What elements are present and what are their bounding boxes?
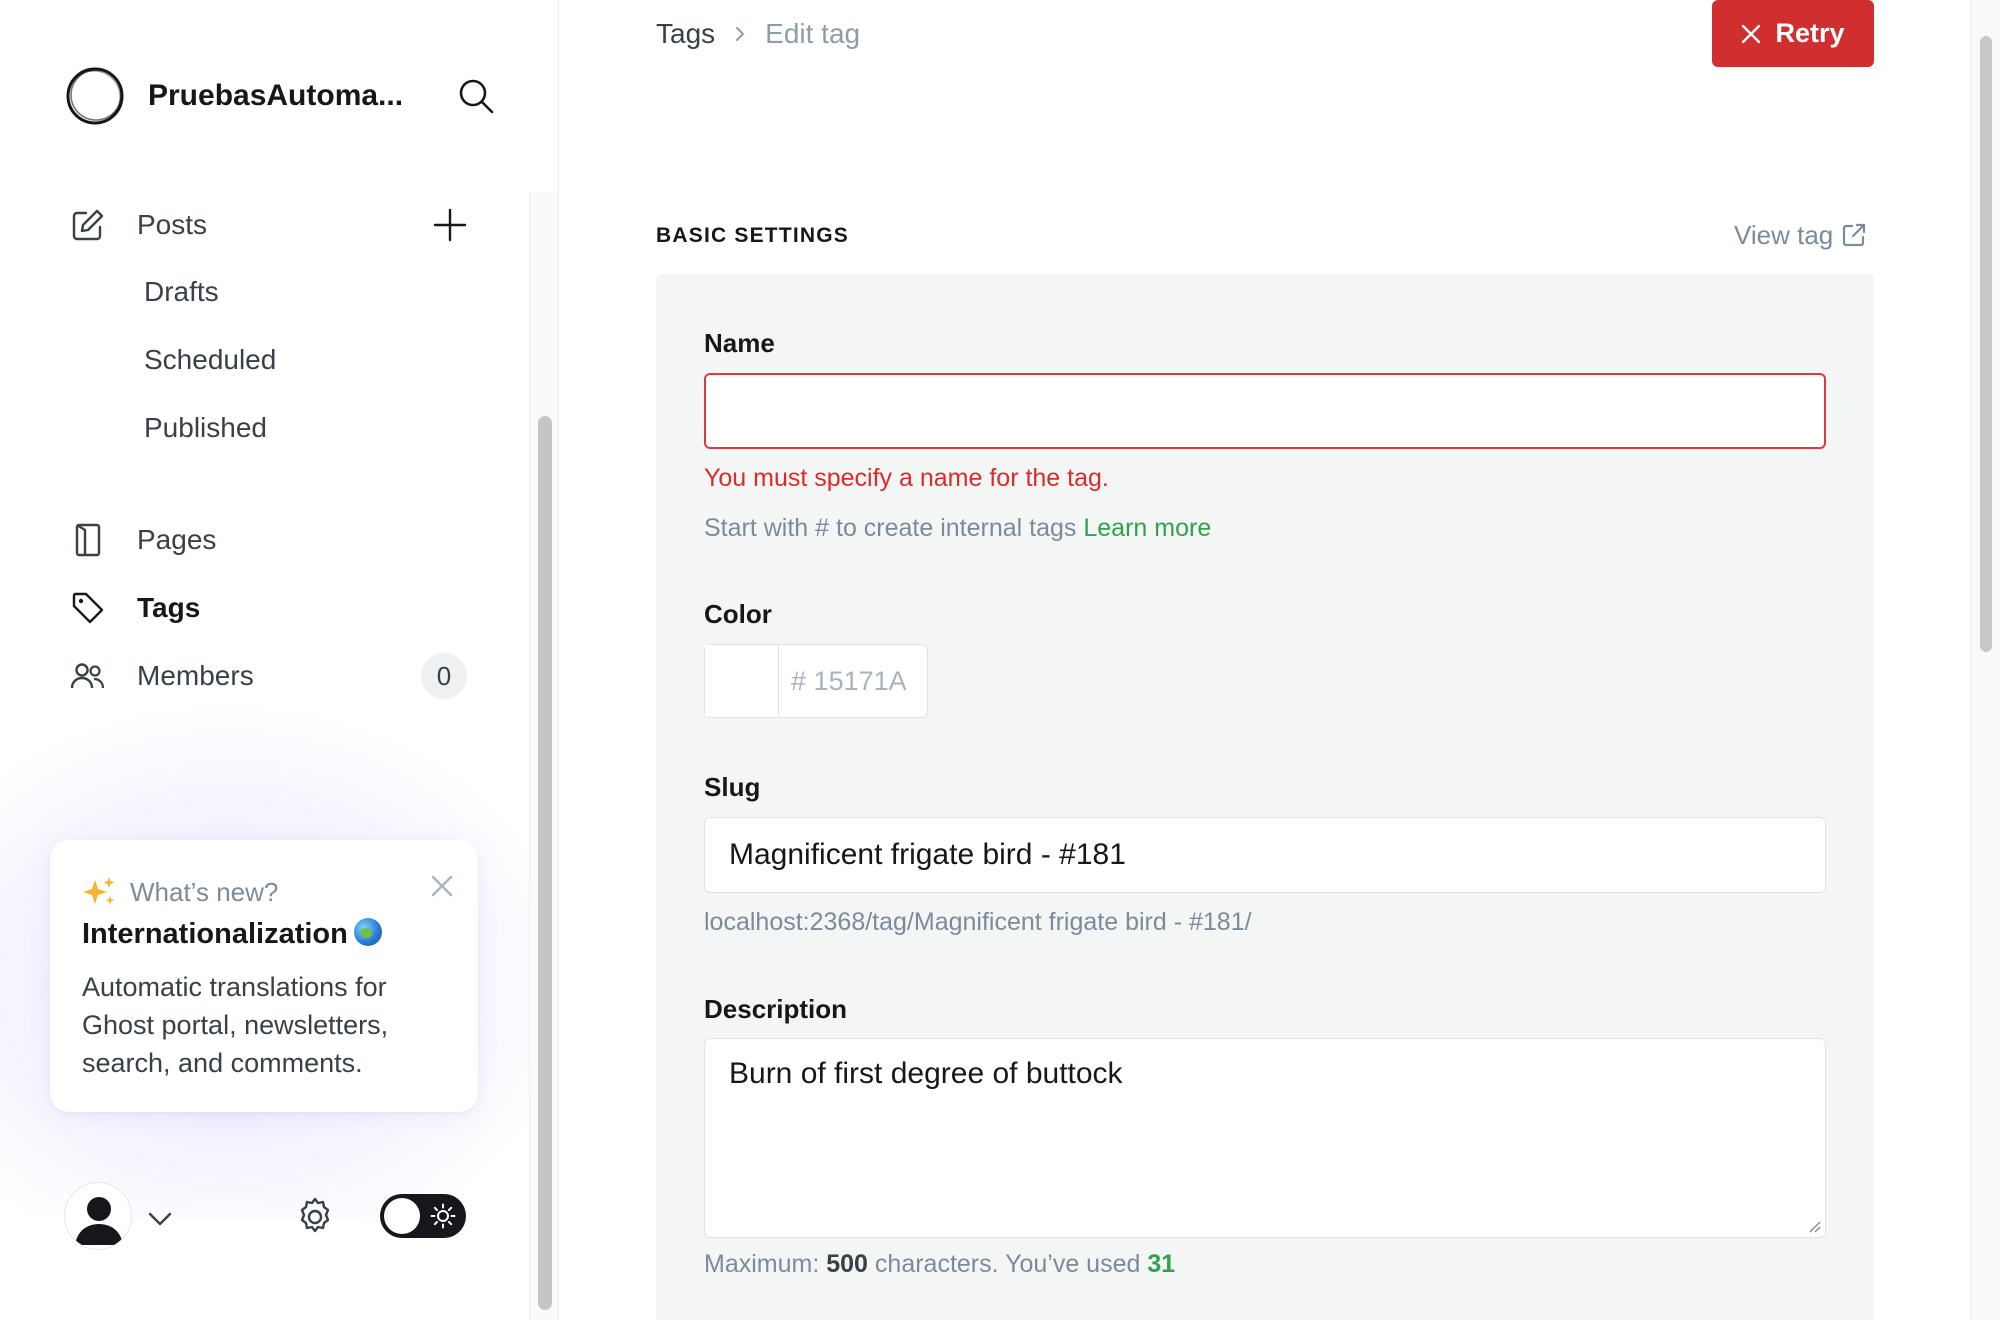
sidebar-scrollbar[interactable] — [529, 192, 558, 1320]
whats-new-title-text: Internationalization — [82, 918, 348, 950]
sidebar-item-label: Pages — [137, 524, 217, 555]
view-tag-link[interactable]: View tag — [1734, 218, 1867, 252]
breadcrumb-tags-link[interactable]: Tags — [656, 18, 715, 50]
sidebar-item-label: Drafts — [144, 276, 219, 307]
color-field: # 15171A — [704, 644, 928, 718]
slug-url-preview: localhost:2368/tag/Magnificent frigate b… — [704, 908, 1252, 936]
chevron-right-icon — [731, 25, 749, 43]
view-tag-label: View tag — [1734, 219, 1834, 250]
page-scrollbar-thumb[interactable] — [1980, 36, 1992, 652]
slug-input[interactable] — [704, 817, 1826, 893]
resize-handle-icon[interactable] — [1805, 1217, 1821, 1233]
tag-icon — [58, 578, 118, 638]
description-label: Description — [704, 994, 848, 1024]
site-name[interactable]: PruebasAutoma... — [148, 79, 418, 113]
plus-icon[interactable] — [426, 201, 474, 249]
toggle-knob — [384, 1198, 420, 1234]
page-scrollbar[interactable] — [1970, 0, 2000, 1320]
name-hint: Start with # to create internal tags Lea… — [704, 514, 1211, 543]
sidebar-footer — [64, 1180, 484, 1252]
sidebar: PruebasAutoma... Posts Drafts Scheduled … — [0, 0, 559, 1320]
used-prefix: characters. You’ve used — [874, 1250, 1141, 1278]
color-swatch[interactable] — [705, 645, 779, 716]
chevron-down-icon[interactable] — [144, 1202, 176, 1234]
main-content: Tags Edit tag Retry BASIC SETTINGS View … — [560, 0, 1970, 1320]
breadcrumb: Tags Edit tag — [656, 14, 860, 54]
search-icon[interactable] — [452, 72, 500, 120]
sidebar-scrollbar-thumb[interactable] — [538, 416, 552, 1310]
sun-icon — [426, 1199, 460, 1233]
slug-label: Slug — [704, 772, 761, 802]
globe-icon — [353, 918, 382, 946]
close-icon[interactable] — [422, 866, 462, 906]
description-counter: Maximum: 500 characters. You’ve used 31 — [704, 1250, 1175, 1279]
color-label: Color — [704, 599, 772, 629]
color-hex-field[interactable]: # 15171A — [779, 645, 927, 717]
site-header: PruebasAutoma... — [64, 64, 504, 128]
external-link-icon — [1841, 222, 1867, 248]
sidebar-item-published[interactable]: Published — [64, 398, 484, 458]
page-icon — [58, 510, 118, 570]
color-hex-placeholder: 15171A — [813, 665, 907, 696]
whats-new-card[interactable]: What’s new? Internationalization Automat… — [50, 840, 478, 1112]
sidebar-item-members[interactable]: Members 0 — [64, 646, 484, 706]
breadcrumb-current: Edit tag — [765, 18, 861, 49]
sidebar-item-tags[interactable]: Tags — [64, 578, 484, 638]
name-hint-text: Start with # to create internal tags — [704, 514, 1077, 542]
ring-logo-icon[interactable] — [64, 65, 126, 127]
sidebar-item-drafts[interactable]: Drafts — [64, 262, 484, 322]
sparkle-icon — [83, 877, 115, 905]
members-count-badge: 0 — [421, 653, 467, 699]
users-icon — [58, 646, 118, 706]
whats-new-text: Automatic translations for Ghost portal,… — [82, 972, 389, 1078]
sidebar-item-label: Posts — [137, 209, 208, 240]
sidebar-item-label: Tags — [137, 592, 201, 623]
sidebar-item-posts[interactable]: Posts — [64, 195, 484, 255]
whats-new-label: What’s new? — [130, 876, 279, 907]
used-value: 31 — [1147, 1250, 1176, 1278]
name-input[interactable] — [704, 373, 1826, 449]
basic-settings-panel: Name You must specify a name for the tag… — [656, 274, 1874, 1320]
retry-button[interactable]: Retry — [1712, 0, 1874, 67]
whats-new-header: What’s new? — [82, 874, 278, 910]
pencil-square-icon — [58, 195, 118, 255]
avatar[interactable] — [64, 1182, 132, 1250]
color-hash: # — [791, 665, 807, 696]
sidebar-item-label: Published — [144, 412, 267, 443]
description-text: Burn of first degree of buttock — [729, 1057, 1123, 1090]
section-title: BASIC SETTINGS — [656, 224, 849, 247]
max-value: 500 — [826, 1250, 868, 1278]
sidebar-item-pages[interactable]: Pages — [64, 510, 484, 570]
name-label: Name — [704, 328, 775, 358]
retry-button-label: Retry — [1775, 18, 1845, 48]
description-textarea[interactable]: Burn of first degree of buttock — [704, 1038, 1826, 1238]
close-icon — [1741, 24, 1761, 44]
sidebar-item-scheduled[interactable]: Scheduled — [64, 330, 484, 390]
name-error-message: You must specify a name for the tag. — [704, 464, 1109, 492]
theme-toggle[interactable] — [380, 1194, 466, 1238]
whats-new-title: Internationalization — [82, 918, 382, 951]
max-prefix: Maximum: — [704, 1250, 820, 1278]
gear-icon[interactable] — [292, 1194, 338, 1240]
learn-more-link[interactable]: Learn more — [1083, 514, 1211, 542]
sidebar-item-label: Scheduled — [144, 344, 277, 375]
sidebar-item-label: Members — [137, 660, 254, 691]
